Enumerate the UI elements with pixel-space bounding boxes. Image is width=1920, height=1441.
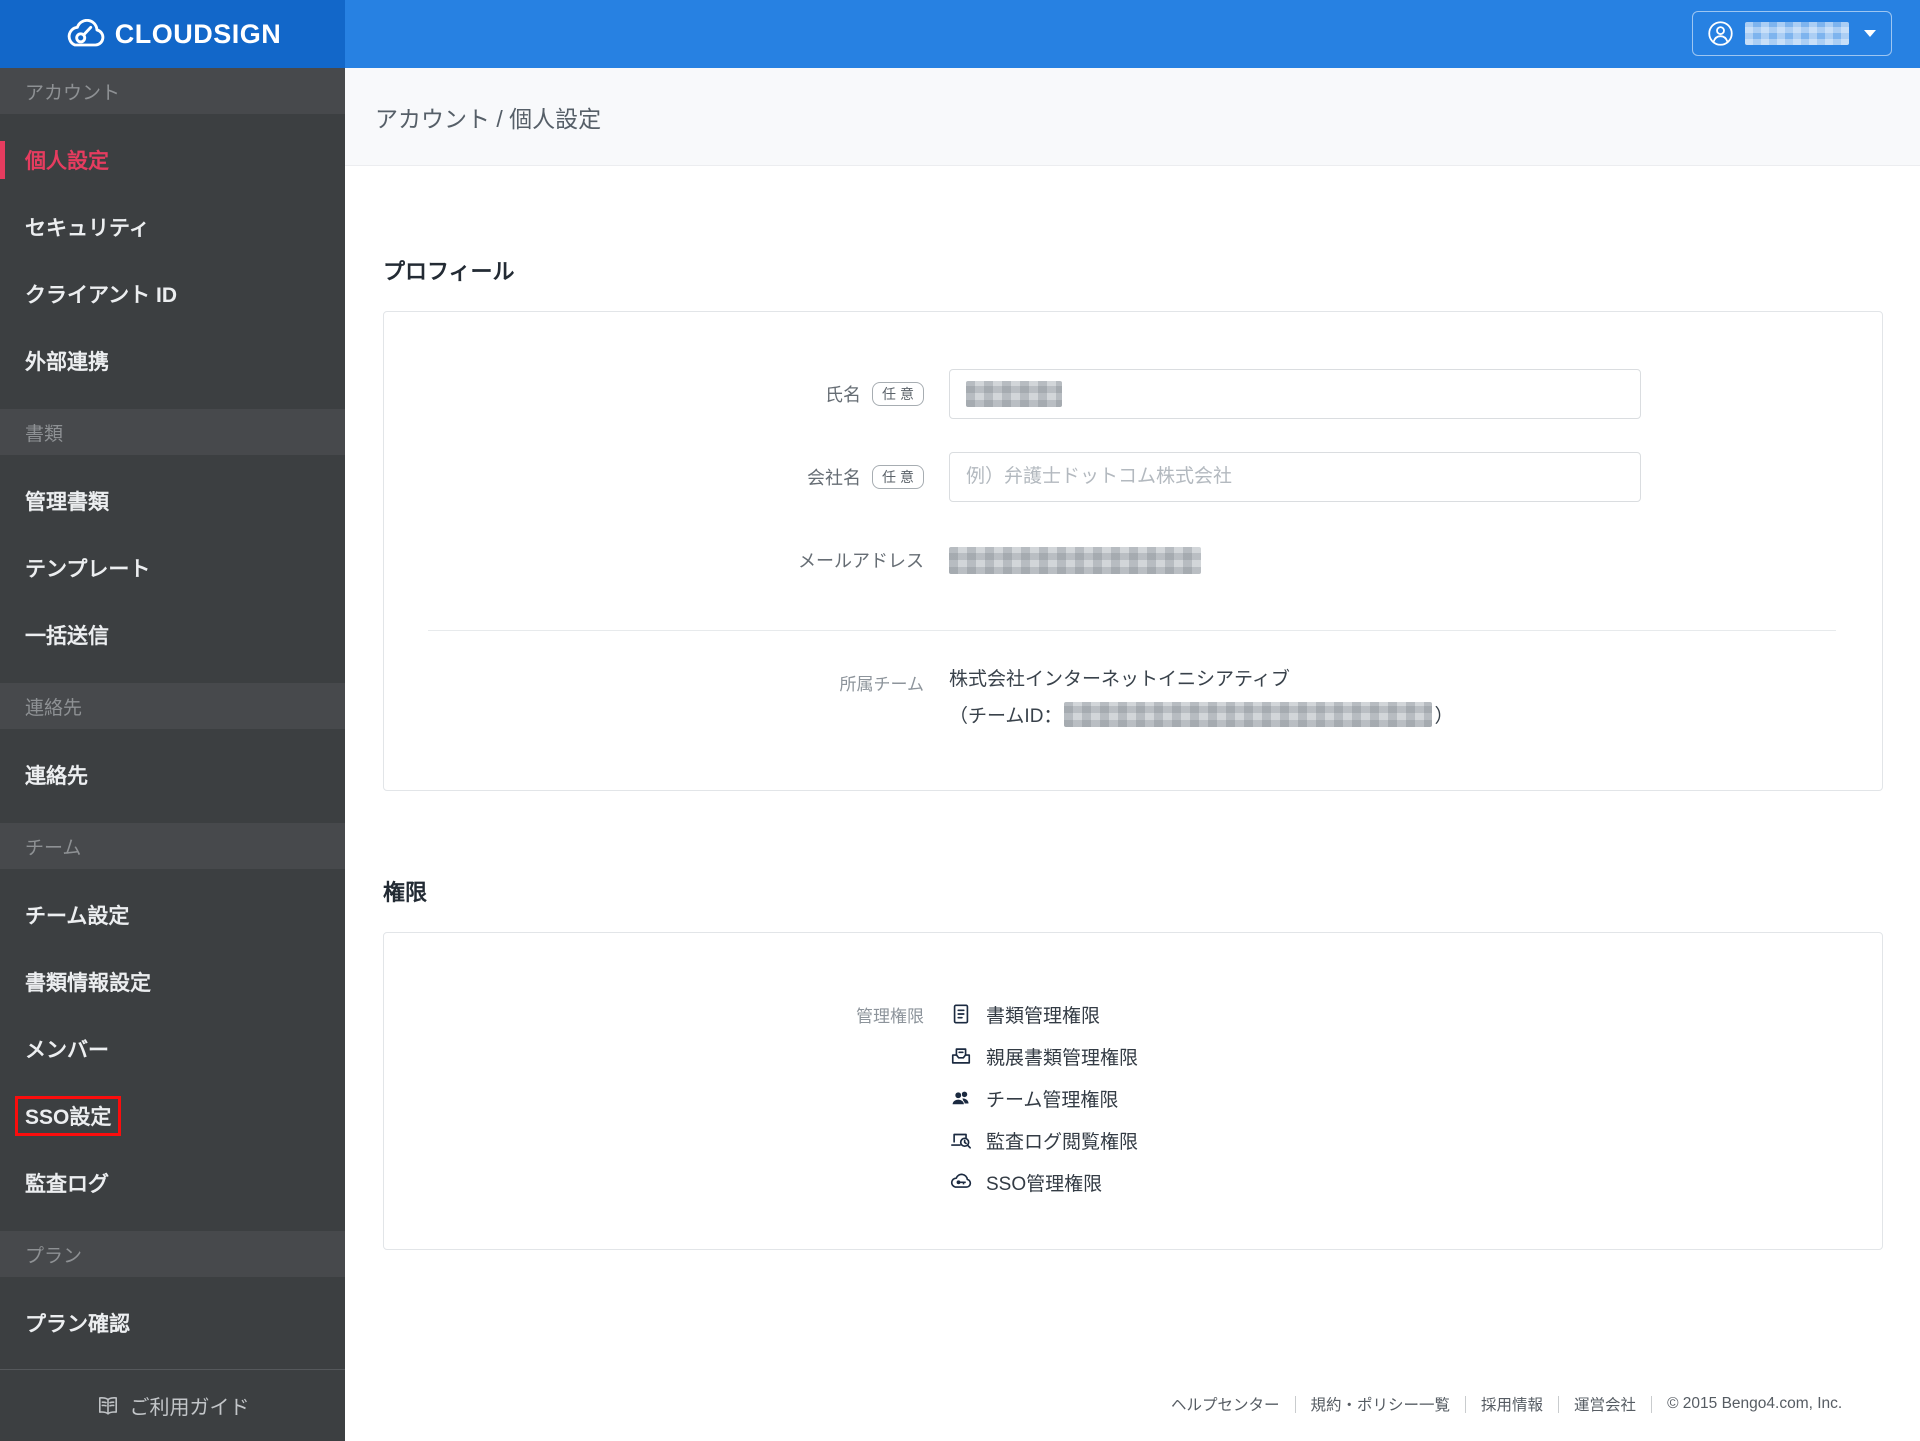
permission-item-confidential-documents: 親展書類管理権限 <box>949 1035 1138 1077</box>
name-field-label: 氏名 <box>825 385 861 405</box>
sso-annotation-box: SSO設定 <box>15 1095 122 1136</box>
team-field-label: 所属チーム <box>839 675 925 694</box>
sidebar-item-managed-documents[interactable]: 管理書類 <box>0 467 345 534</box>
permissions-card: 管理権限 書類管理権限 親展書類管理権限 チーム管理権限 監査ログ閲覧権限 SS… <box>383 932 1883 1250</box>
sidebar-item-client-id[interactable]: クライアント ID <box>0 260 345 327</box>
team-id-line: （チームID： ） <box>949 701 1453 728</box>
nav-section-label-contacts: 連絡先 <box>0 683 345 729</box>
sidebar-item-security[interactable]: セキュリティ <box>0 193 345 260</box>
team-name-value: 株式会社インターネットイニシアティブ <box>949 669 1290 690</box>
sidebar-item-team-settings[interactable]: チーム設定 <box>0 881 345 948</box>
sidebar-item-contacts[interactable]: 連絡先 <box>0 741 345 808</box>
main-area: アカウント / 個人設定 プロフィール 氏名 任意 会社名 任意 例）弁護士ドッ… <box>345 0 1920 1441</box>
cloud-logo-icon <box>64 18 106 50</box>
book-icon <box>96 1394 120 1418</box>
nav-section-label-team: チーム <box>0 823 345 869</box>
name-field-row: 氏名 任意 <box>384 369 1882 419</box>
page-footer: ヘルプセンター 規約・ポリシー一覧 採用情報 運営会社 © 2015 Bengo… <box>1171 1393 1883 1415</box>
audit-log-icon <box>949 1128 973 1152</box>
nav-section-account: アカウント 個人設定 セキュリティ クライアント ID 外部連携 <box>0 68 345 394</box>
footer-separator <box>1294 1395 1296 1413</box>
permission-item-sso: SSO管理権限 <box>949 1161 1138 1203</box>
document-icon <box>949 1002 973 1026</box>
user-name-blurred <box>1745 22 1849 45</box>
permissions-section-title: 権限 <box>383 880 428 905</box>
sidebar-item-audit-log[interactable]: 監査ログ <box>0 1149 345 1216</box>
page-content: プロフィール 氏名 任意 会社名 任意 例）弁護士ドットコム株式会社 メールアド… <box>345 166 1920 1415</box>
optional-badge: 任意 <box>872 382 924 406</box>
nav-section-documents: 書類 管理書類 テンプレート 一括送信 <box>0 394 345 668</box>
sidebar-item-personal-settings[interactable]: 個人設定 <box>0 126 345 193</box>
usage-guide-label: ご利用ガイド <box>129 1397 250 1419</box>
breadcrumb: アカウント / 個人設定 <box>345 68 1920 166</box>
sidebar-item-document-info-settings[interactable]: 書類情報設定 <box>0 948 345 1015</box>
footer-separator <box>1558 1395 1560 1413</box>
company-input[interactable] <box>949 452 1641 502</box>
nav-section-label-plan: プラン <box>0 1231 345 1277</box>
sidebar: CLOUDSIGN アカウント 個人設定 セキュリティ クライアント ID 外部… <box>0 0 345 1441</box>
name-input[interactable] <box>949 369 1641 419</box>
sidebar-item-templates[interactable]: テンプレート <box>0 534 345 601</box>
sidebar-item-bulk-send[interactable]: 一括送信 <box>0 601 345 668</box>
nav-section-team: チーム チーム設定 書類情報設定 メンバー SSO設定 監査ログ <box>0 808 345 1216</box>
usage-guide-link[interactable]: ご利用ガイド <box>0 1369 345 1441</box>
permission-item-audit-log: 監査ログ閲覧権限 <box>949 1119 1138 1161</box>
team-id-blurred <box>1064 702 1433 727</box>
user-avatar-icon <box>1707 20 1734 47</box>
admin-permissions-label: 管理権限 <box>856 1007 924 1026</box>
team-field-row: 所属チーム 株式会社インターネットイニシアティブ （チームID： ） <box>384 667 1882 728</box>
permission-item-team: チーム管理権限 <box>949 1077 1138 1119</box>
email-field-row: メールアドレス <box>384 535 1882 585</box>
footer-link-operating-company[interactable]: 運営会社 <box>1574 1393 1636 1415</box>
footer-link-terms-policies[interactable]: 規約・ポリシー一覧 <box>1311 1393 1451 1415</box>
nav-section-contacts: 連絡先 連絡先 <box>0 668 345 808</box>
email-field-label: メールアドレス <box>798 551 924 571</box>
company-field-label: 会社名 <box>807 468 861 488</box>
footer-link-help-center[interactable]: ヘルプセンター <box>1171 1393 1280 1415</box>
company-field-row: 会社名 任意 <box>384 452 1882 502</box>
email-value-blurred <box>949 546 1201 574</box>
sidebar-item-external-integration[interactable]: 外部連携 <box>0 327 345 394</box>
confidential-document-icon <box>949 1044 973 1068</box>
nav-section-label-account: アカウント <box>0 68 345 114</box>
logo-text: CLOUDSIGN <box>114 18 282 49</box>
cloudsign-logo[interactable]: CLOUDSIGN <box>0 0 345 68</box>
footer-separator <box>1465 1395 1467 1413</box>
footer-copyright: © 2015 Bengo4.com, Inc. <box>1667 1395 1843 1412</box>
profile-card-divider <box>428 630 1836 631</box>
profile-section-title: プロフィール <box>383 259 515 284</box>
sidebar-nav: アカウント 個人設定 セキュリティ クライアント ID 外部連携 書類 管理書類… <box>0 68 345 1369</box>
nav-section-plan: プラン プラン確認 <box>0 1216 345 1356</box>
footer-link-careers[interactable]: 採用情報 <box>1481 1393 1543 1415</box>
optional-badge: 任意 <box>872 465 924 489</box>
chevron-down-icon <box>1864 30 1876 37</box>
nav-section-label-documents: 書類 <box>0 409 345 455</box>
sidebar-item-plan-confirmation[interactable]: プラン確認 <box>0 1289 345 1356</box>
permission-item-documents: 書類管理権限 <box>949 993 1138 1035</box>
footer-separator <box>1651 1395 1653 1413</box>
sso-key-icon <box>949 1170 973 1194</box>
top-header-bar <box>345 0 1920 68</box>
user-menu-button[interactable] <box>1692 11 1892 56</box>
team-icon <box>949 1086 973 1110</box>
permissions-list: 書類管理権限 親展書類管理権限 チーム管理権限 監査ログ閲覧権限 SSO管理権限 <box>949 993 1138 1203</box>
name-value-blurred <box>966 381 1062 407</box>
profile-card: 氏名 任意 会社名 任意 例）弁護士ドットコム株式会社 メールアドレス 所属チー… <box>383 311 1883 791</box>
sidebar-item-members[interactable]: メンバー <box>0 1015 345 1082</box>
sidebar-item-sso-settings[interactable]: SSO設定 <box>0 1082 345 1149</box>
